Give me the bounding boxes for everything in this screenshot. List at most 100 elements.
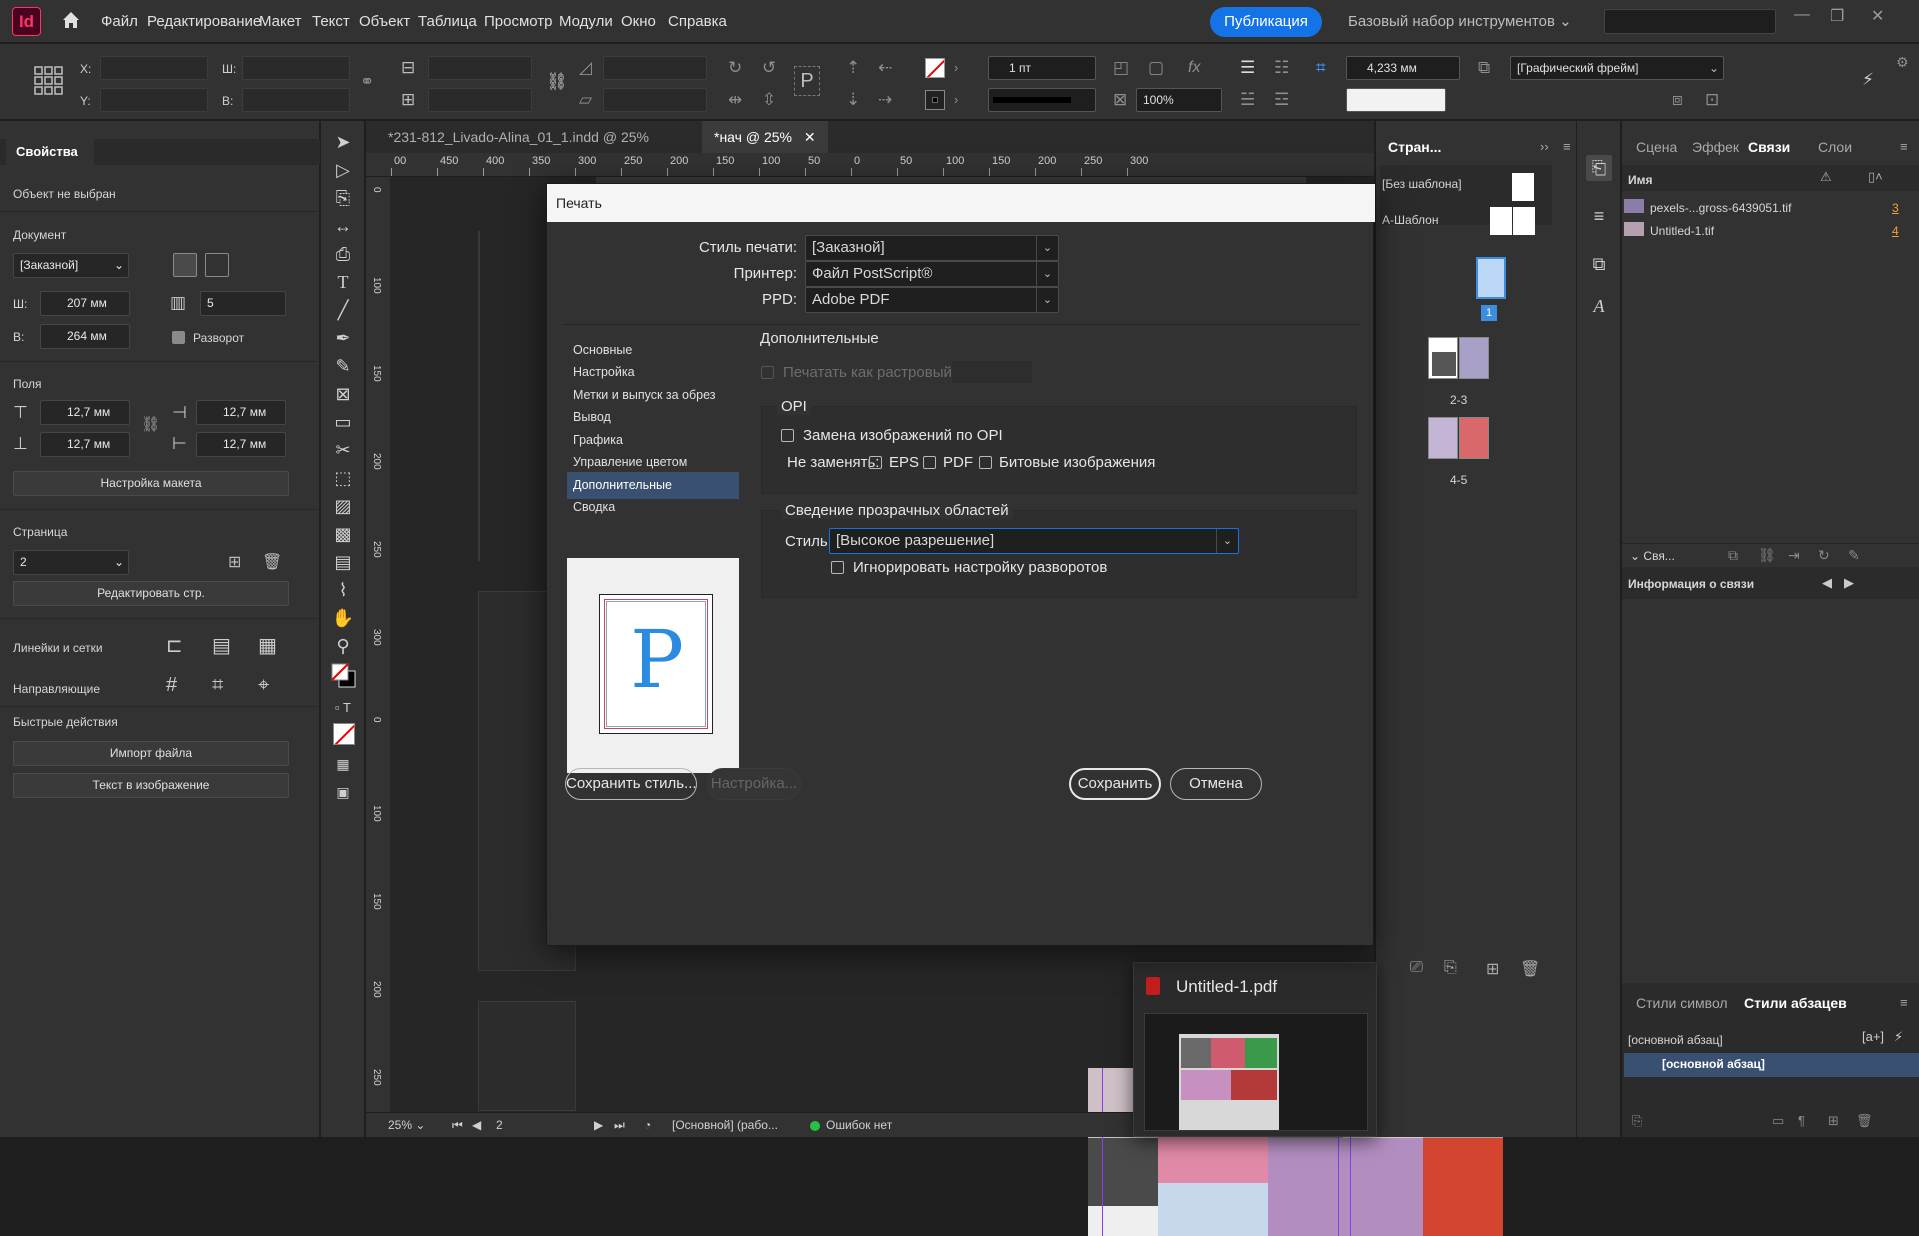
align-bottom-icon[interactable]: ☱: [1240, 90, 1255, 110]
quick-apply-icon[interactable]: ⚡: [1862, 70, 1874, 90]
omit-pdf-checkbox[interactable]: [923, 456, 936, 469]
corner-options-icon[interactable]: ◰: [1113, 58, 1129, 78]
gradient-swatch-tool-icon[interactable]: ▨: [330, 493, 356, 519]
edit-page-button[interactable]: Редактировать стр.: [13, 581, 289, 606]
align-top-icon[interactable]: ☰: [1240, 58, 1255, 78]
link-margins-icon[interactable]: ⛓: [141, 415, 160, 433]
tab-character-styles[interactable]: Стили символ: [1636, 995, 1728, 1011]
gap-tool-icon[interactable]: ↔: [330, 213, 356, 239]
master-none-thumb[interactable]: [1512, 173, 1534, 201]
menu-file[interactable]: Файл: [101, 13, 138, 30]
baseline-grid-icon[interactable]: ▤: [212, 633, 231, 658]
printer-select[interactable]: Файл PostScript® ⌄: [805, 261, 1059, 287]
content-collector-icon[interactable]: ⎙: [330, 241, 356, 267]
delete-page-icon[interactable]: 🗑: [262, 552, 282, 572]
add-page-icon[interactable]: ⊞: [228, 552, 241, 572]
rectangle-frame-tool-icon[interactable]: ⊠: [330, 381, 356, 407]
relink-icon[interactable]: ⛓: [1758, 547, 1776, 564]
tab-layers[interactable]: Слои: [1818, 139, 1852, 155]
search-input[interactable]: [1604, 9, 1776, 34]
free-transform-tool-icon[interactable]: ⬚: [330, 465, 356, 491]
view-mode-icon[interactable]: ▦: [330, 751, 356, 777]
previous-link-icon[interactable]: ◀: [1822, 575, 1832, 591]
rotate-cw-icon[interactable]: ↻: [728, 58, 742, 78]
ppd-select[interactable]: Adobe PDF ⌄: [805, 287, 1059, 313]
ignore-spread-checkbox[interactable]: [831, 561, 844, 574]
zoom-select[interactable]: 25% ⌄: [388, 1118, 425, 1132]
panel-menu-icon[interactable]: ≡: [1900, 995, 1908, 1010]
edit-original-icon[interactable]: ✎: [1848, 547, 1860, 564]
link-page-number[interactable]: 3: [1892, 201, 1899, 215]
first-page-icon[interactable]: ⏮: [452, 1118, 463, 1133]
workspace-switcher[interactable]: Базовый набор инструментов ⌄: [1348, 12, 1572, 30]
fill-none-icon[interactable]: [925, 58, 945, 78]
stroke-type-select[interactable]: [988, 88, 1096, 112]
frame-fitting-icon[interactable]: ⌗: [1316, 58, 1326, 78]
formatting-affects-container-icon[interactable]: ▫ T: [330, 695, 356, 721]
master-a-left-thumb[interactable]: [1490, 207, 1512, 235]
note-tool-icon[interactable]: ▤: [330, 549, 356, 575]
chain-link-icon[interactable]: ⛓: [546, 72, 568, 92]
panel-menu-icon[interactable]: ≡: [1563, 139, 1571, 154]
show-guides-icon[interactable]: #: [166, 674, 177, 697]
flattener-style-select[interactable]: [Высокое разрешение] ⌄: [829, 528, 1239, 554]
home-icon[interactable]: [60, 9, 82, 31]
cancel-button[interactable]: Отмена: [1170, 768, 1262, 800]
link-file-name[interactable]: pexels-...gross-6439051.tif: [1650, 201, 1791, 215]
document-grid-icon[interactable]: ▦: [258, 633, 277, 658]
redefine-style-icon[interactable]: ⊡: [1705, 90, 1719, 110]
justify-icon[interactable]: ☲: [1274, 90, 1289, 110]
menu-view[interactable]: Просмотр: [484, 13, 553, 30]
hand-tool-icon[interactable]: ✋: [330, 605, 356, 631]
x-field[interactable]: [100, 56, 208, 80]
stroke-weight-field[interactable]: 1 пт: [988, 56, 1096, 80]
fill-swatch-chevron-icon[interactable]: ›: [954, 58, 958, 78]
clear-overrides-icon[interactable]: ¶: [1798, 1113, 1805, 1128]
h-field[interactable]: [242, 88, 350, 112]
close-icon[interactable]: ✕: [1871, 6, 1884, 26]
screen-mode-icon[interactable]: ▣: [330, 779, 356, 805]
scale-y-field[interactable]: [428, 88, 532, 112]
control-settings-icon[interactable]: ⚙: [1896, 52, 1909, 72]
page-5-thumb[interactable]: [1459, 417, 1489, 459]
page-count-field[interactable]: 5: [200, 291, 286, 316]
margin-outside-field[interactable]: 12,7 мм: [196, 432, 286, 457]
nav-summary[interactable]: Сводка: [567, 494, 739, 521]
print-as-bitmap-checkbox[interactable]: [761, 366, 774, 379]
object-style-icon[interactable]: ⧉: [1478, 58, 1490, 78]
select-previous-icon[interactable]: ⇠: [878, 58, 892, 78]
flip-horizontal-icon[interactable]: ⇹: [728, 90, 742, 110]
quick-apply-icon[interactable]: ⚡: [1894, 1029, 1903, 1045]
selection-tool-icon[interactable]: ➤: [330, 129, 356, 155]
gradient-feather-tool-icon[interactable]: ▩: [330, 521, 356, 547]
new-page-icon[interactable]: ⊞: [1486, 959, 1499, 979]
page-4-thumb[interactable]: [1428, 417, 1458, 459]
publish-button[interactable]: Публикация: [1210, 7, 1322, 37]
master-spinner-icon[interactable]: ◔: [644, 1118, 651, 1132]
tab-document-livado[interactable]: *231-812_Livado-Alina_01_1.indd @ 25%: [376, 121, 661, 153]
opi-replace-checkbox[interactable]: [781, 429, 794, 442]
delete-page-icon[interactable]: 🗑: [1520, 959, 1540, 979]
new-style-icon[interactable]: ⊞: [1828, 1113, 1839, 1129]
new-style-from-selection-icon[interactable]: [a+]: [1862, 1029, 1884, 1044]
page-3-thumb[interactable]: [1459, 337, 1489, 379]
object-style-select[interactable]: [Графический фрейм] ⌄: [1510, 56, 1724, 80]
page-column-icon[interactable]: ▯˄: [1868, 169, 1883, 185]
edit-page-size-icon[interactable]: ⎘: [1444, 959, 1457, 977]
character-styles-icon[interactable]: A: [1586, 293, 1612, 319]
default-fill-stroke-icon[interactable]: [331, 663, 357, 689]
new-group-icon[interactable]: ▭: [1772, 1113, 1784, 1129]
width-field[interactable]: 207 мм: [40, 291, 130, 316]
next-page-icon[interactable]: ▶: [594, 1118, 603, 1132]
omit-bitmap-checkbox[interactable]: [979, 456, 992, 469]
minimize-icon[interactable]: —: [1794, 6, 1810, 24]
tab-document-nach[interactable]: *нач @ 25% ✕: [702, 121, 828, 153]
save-preset-button[interactable]: Сохранить стиль...: [565, 768, 697, 800]
expand-panel-icon[interactable]: ››: [1540, 139, 1549, 154]
page-select[interactable]: 2 ⌄: [13, 550, 129, 575]
menu-help[interactable]: Справка: [668, 13, 727, 30]
select-container-icon[interactable]: ⇡: [846, 58, 860, 78]
opacity-icon[interactable]: ⊠: [1113, 90, 1127, 110]
close-tab-icon[interactable]: ✕: [804, 129, 816, 145]
margin-top-field[interactable]: 12,7 мм: [40, 400, 130, 425]
